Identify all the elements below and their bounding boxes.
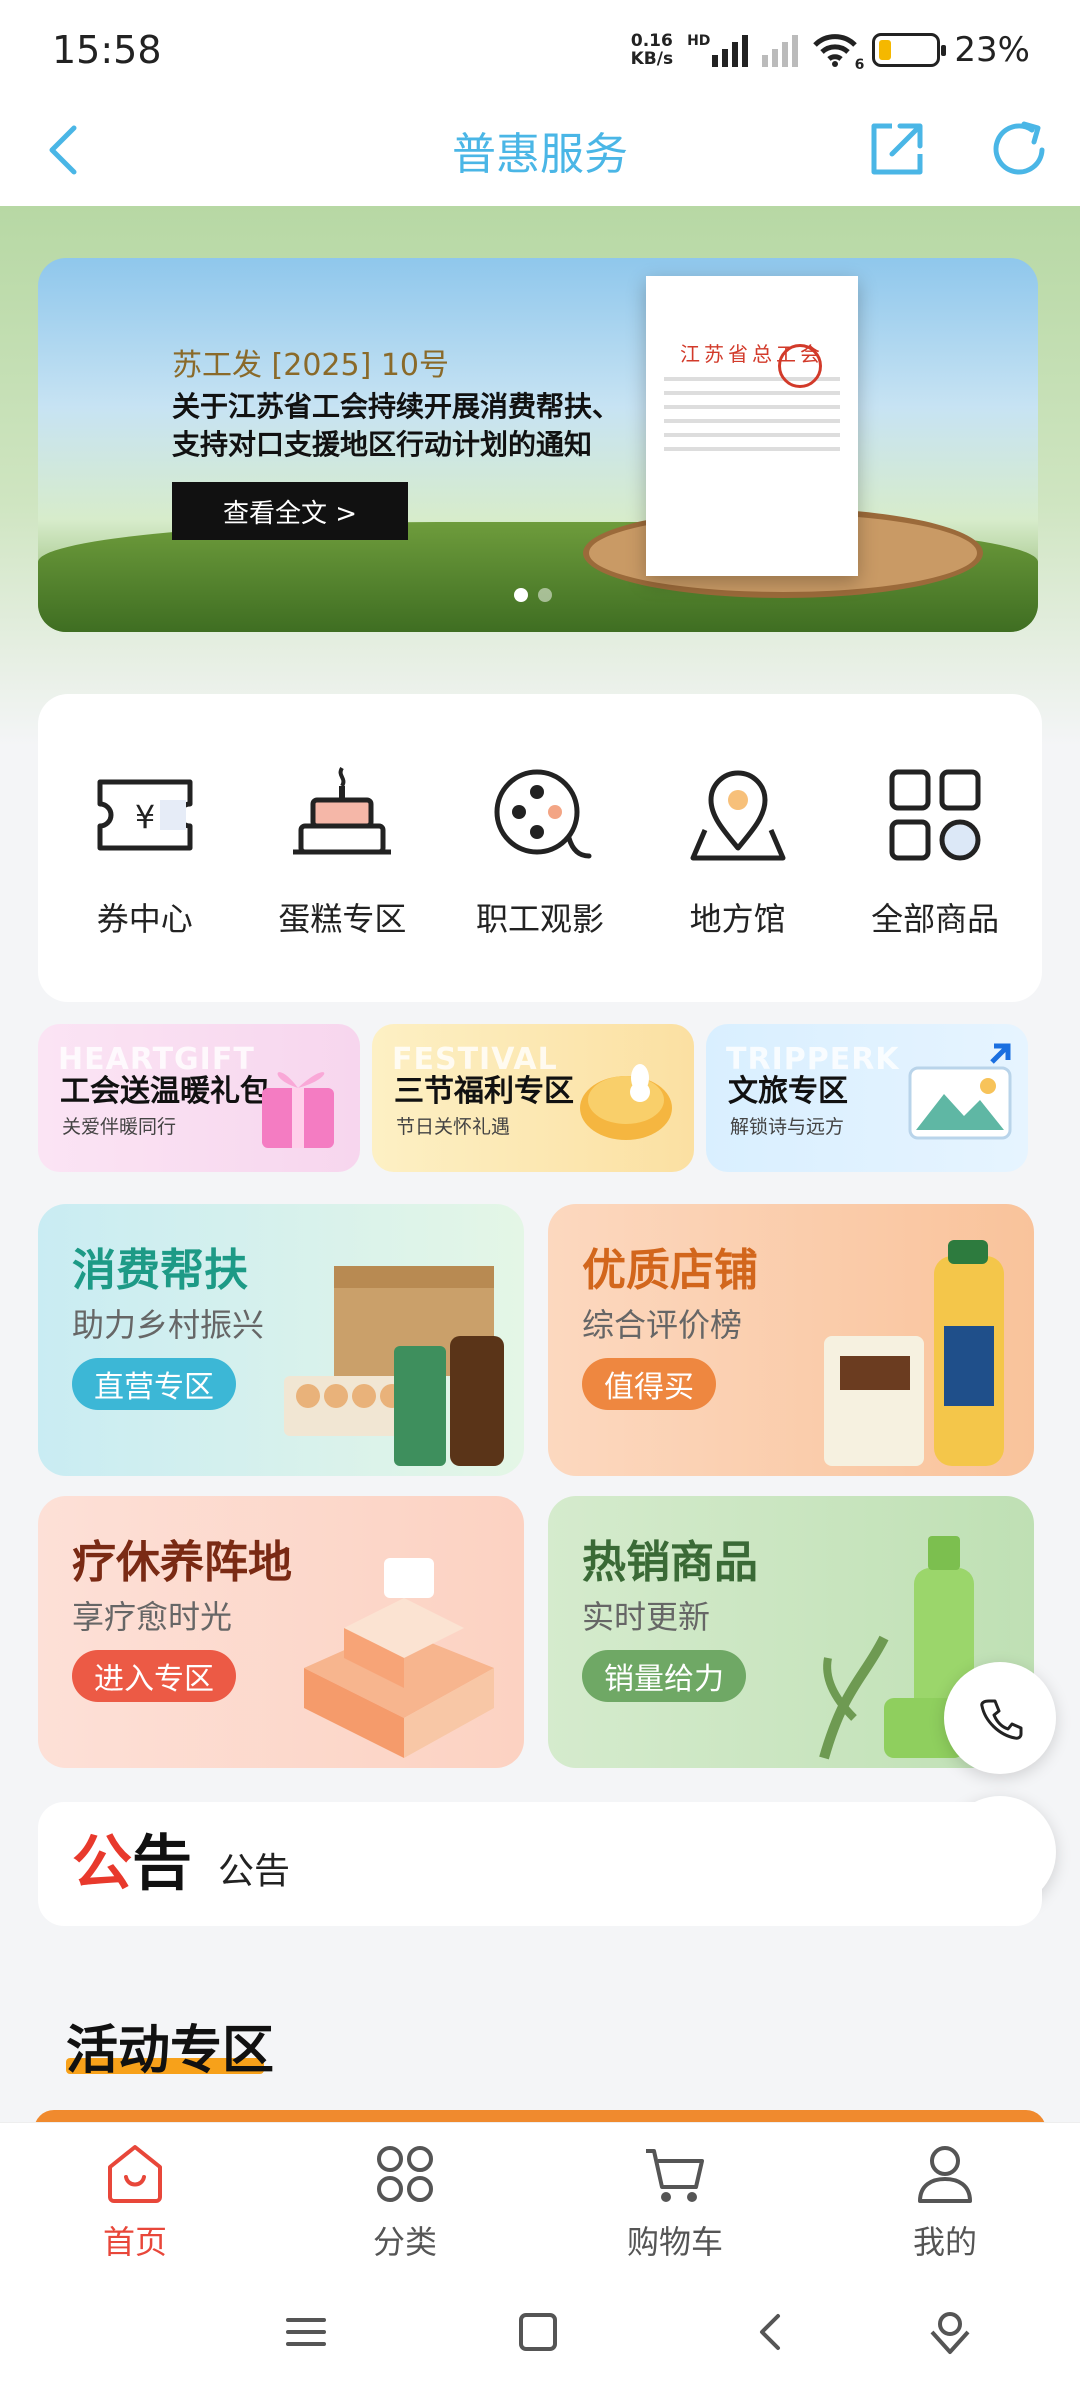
assistant-icon[interactable]: [920, 2302, 980, 2362]
category-card: ¥ 券中心 蛋糕专区 职工观影 地方馆 全部商品: [38, 694, 1042, 1002]
promo-culture-travel[interactable]: TRIPPERK 文旅专区 解锁诗与远方: [706, 1024, 1028, 1172]
signal-icon: HD: [687, 33, 749, 67]
notice-logo: 公告: [72, 1829, 192, 1899]
tile-consumer-aid[interactable]: 消费帮扶 助力乡村振兴 直营专区: [38, 1204, 524, 1476]
system-nav-bar: [0, 2272, 1080, 2400]
tab-category[interactable]: 分类: [270, 2123, 540, 2272]
carousel-dot: [514, 588, 528, 602]
home-square-icon[interactable]: [508, 2302, 568, 2362]
enter-zone-button[interactable]: 进入专区: [72, 1650, 236, 1702]
banner-carousel[interactable]: 江苏省总工会 苏工发 [2025] 10号 关于江苏省工会持续开展消费帮扶、 支…: [38, 258, 1038, 632]
view-full-text-button[interactable]: 查看全文 >: [172, 482, 408, 540]
home-bag-icon: [108, 2145, 162, 2203]
user-icon: [918, 2146, 972, 2203]
wifi-icon: 6: [812, 33, 864, 73]
menu-icon[interactable]: [276, 2302, 336, 2362]
sales-hot-button[interactable]: 销量给力: [582, 1650, 746, 1702]
banner-heading: 关于江苏省工会持续开展消费帮扶、 支持对口支援地区行动计划的通知: [172, 390, 621, 461]
film-reel-icon: [494, 769, 592, 859]
promo-festival[interactable]: FESTIVAL 三节福利专区 节日关怀礼遇: [372, 1024, 694, 1172]
travel-ticket-icon: [908, 1043, 1012, 1140]
building-image: [304, 1558, 494, 1758]
banner-document-image: 江苏省总工会: [646, 276, 858, 576]
category-coupon-center[interactable]: ¥ 券中心: [50, 694, 240, 1002]
notice-bar[interactable]: 公告 公告: [38, 1802, 1042, 1926]
tab-cart[interactable]: 购物车: [540, 2123, 810, 2272]
back-icon[interactable]: [742, 2302, 802, 2362]
nav-bar: 普惠服务: [0, 100, 1080, 206]
category-icon: [377, 2146, 433, 2202]
phone-icon: [980, 1699, 1023, 1740]
status-bar: 15:58 0.16 KB/s HD 6 23%: [0, 0, 1080, 100]
carousel-dots: [514, 588, 552, 602]
cake-icon: [293, 766, 392, 855]
cart-icon: [646, 2149, 704, 2202]
status-time: 15:58: [52, 28, 162, 72]
groceries-image: [824, 1240, 1004, 1466]
promo-heart-gift[interactable]: HEARTGIFT 工会送温暖礼包 关爱伴暖同行: [38, 1024, 360, 1172]
seal-icon: [778, 344, 822, 388]
tile-recuperation[interactable]: 疗休养阵地 享疗愈时光 进入专区: [38, 1496, 524, 1768]
category-all-products[interactable]: 全部商品: [840, 694, 1030, 1002]
notice-text: 公告: [218, 1851, 291, 1892]
refresh-icon[interactable]: [984, 114, 1054, 184]
net-speed: 0.16 KB/s: [630, 31, 674, 69]
worth-buying-button[interactable]: 值得买: [582, 1358, 716, 1410]
banner-doc-ref: 苏工发 [2025] 10号: [172, 348, 450, 383]
mooncake-icon: [580, 1064, 672, 1140]
status-indicators: 0.16 KB/s HD 6 23%: [630, 30, 1030, 73]
grid-icon: [889, 769, 981, 861]
category-cake[interactable]: 蛋糕专区: [247, 694, 437, 1002]
map-pin-icon: [690, 770, 786, 861]
battery-icon: [872, 33, 947, 67]
category-local-pavilion[interactable]: 地方馆: [643, 694, 833, 1002]
tab-profile[interactable]: 我的: [810, 2123, 1080, 2272]
phone-button[interactable]: [944, 1662, 1056, 1774]
activity-section-title: 活动专区: [66, 2021, 275, 2081]
tab-home[interactable]: 首页: [0, 2123, 270, 2272]
carousel-dot: [538, 588, 552, 602]
direct-sale-button[interactable]: 直营专区: [72, 1358, 236, 1410]
battery-percent: 23%: [954, 30, 1030, 70]
signal-2-icon: [762, 33, 799, 67]
gift-box-icon: [262, 1072, 334, 1148]
external-link-icon[interactable]: [862, 114, 932, 184]
svg-text:¥: ¥: [135, 798, 155, 836]
category-movie[interactable]: 职工观影: [445, 694, 635, 1002]
produce-box-image: [284, 1266, 504, 1466]
tile-quality-stores[interactable]: 优质店铺 综合评价榜 值得买: [548, 1204, 1034, 1476]
bottom-tab-bar: 首页 分类 购物车 我的: [0, 2122, 1080, 2272]
coupon-icon: ¥: [97, 779, 193, 851]
